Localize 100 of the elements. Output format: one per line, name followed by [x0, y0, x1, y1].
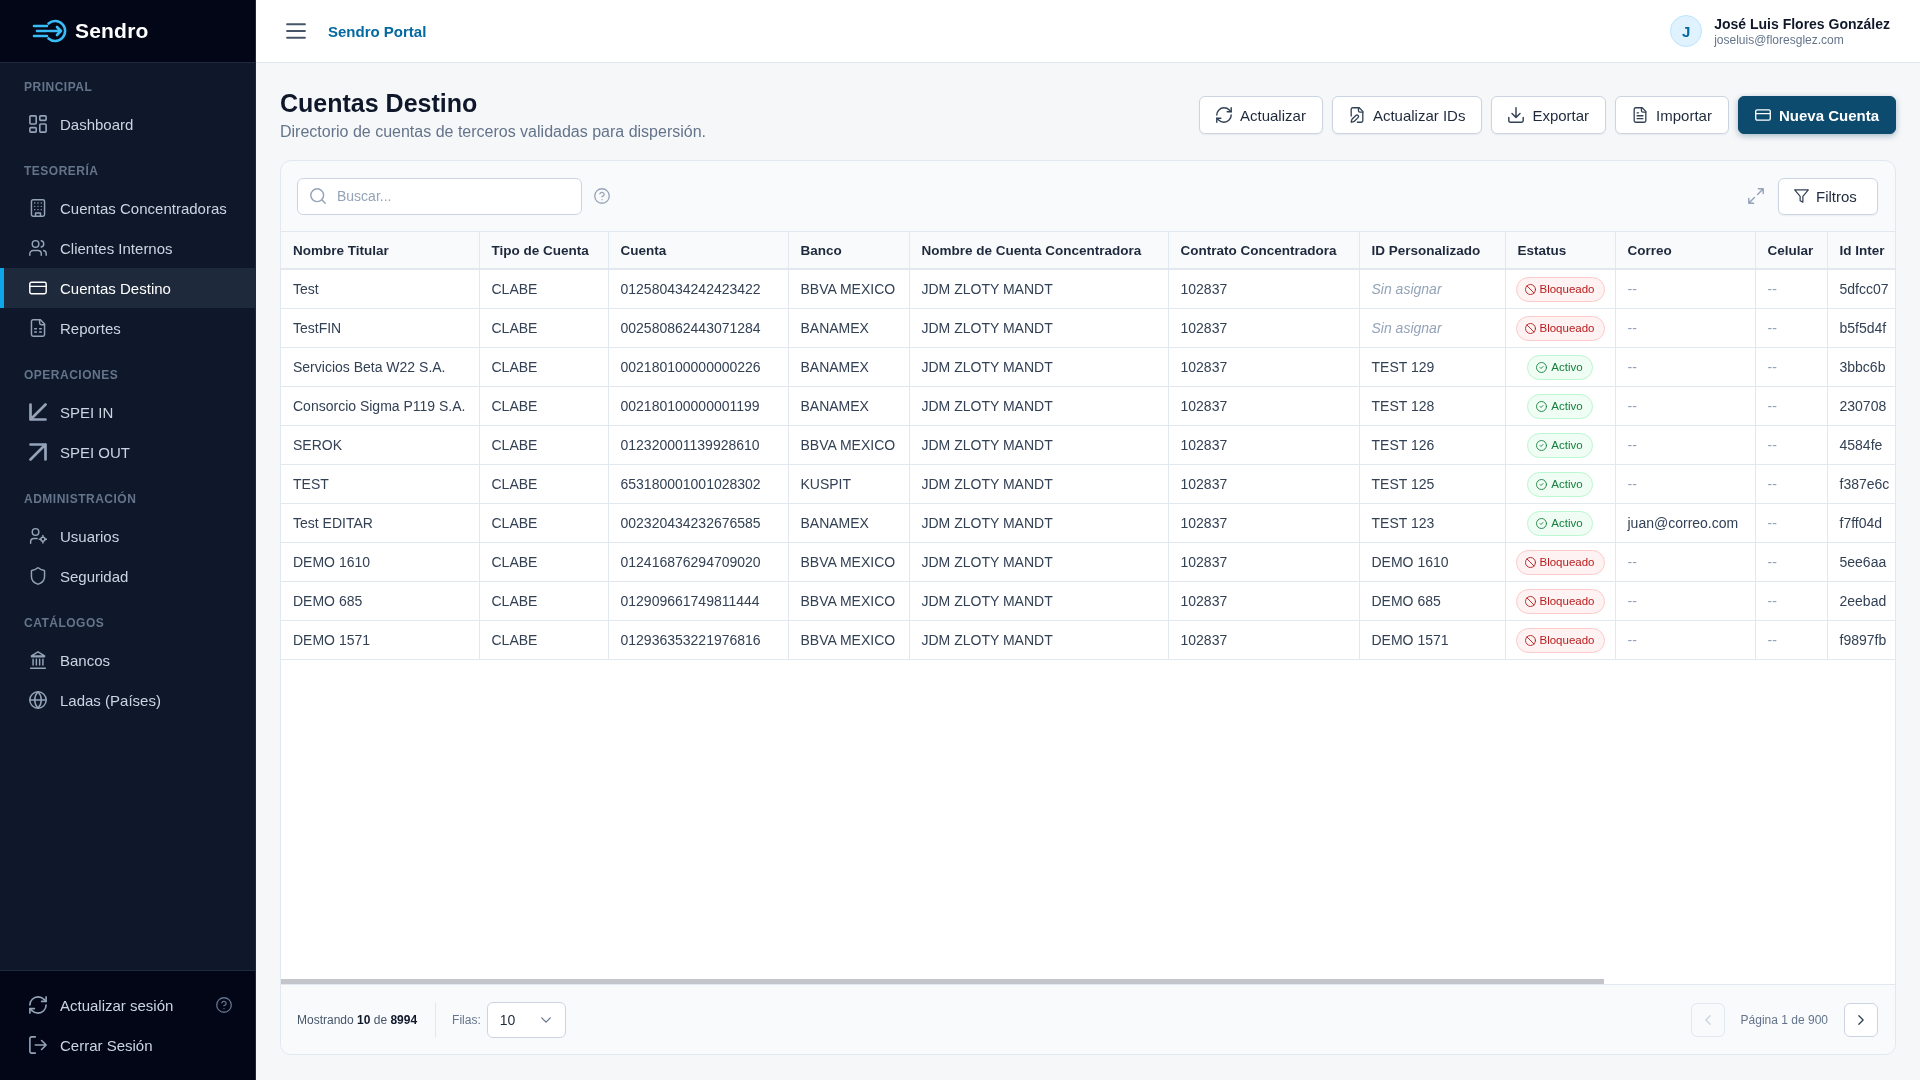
update-ids-button[interactable]: Actualizar IDs [1331, 96, 1483, 134]
logout-button[interactable]: Cerrar Sesión [0, 1025, 255, 1065]
logout-icon [29, 1036, 47, 1054]
status-badge: Bloqueado [1515, 627, 1605, 653]
nav-item[interactable]: Cuentas Destino [0, 268, 255, 308]
table-cell: CLABE [479, 581, 608, 621]
spreadsheet-icon [29, 319, 47, 337]
table-cell: 102837 [1168, 542, 1359, 582]
nav-section-label: CATÁLOGOS [24, 615, 105, 631]
nav-section-label: ADMINISTRACIÓN [24, 491, 137, 507]
ban-icon [1524, 283, 1536, 295]
table-cell: -- [1615, 308, 1755, 348]
nav-item[interactable]: SPEI OUT [0, 432, 255, 472]
table-cell: -- [1615, 542, 1755, 582]
table-cell: TEST 129 [1359, 347, 1505, 387]
table-cell: 012320001139928610 [608, 425, 788, 465]
expand-icon[interactable] [1748, 188, 1764, 204]
horizontal-scrollbar[interactable] [281, 979, 1605, 984]
table-cell: -- [1755, 581, 1827, 621]
table-cell: TEST 125 [1359, 464, 1505, 504]
filter-button[interactable]: Filtros [1778, 177, 1878, 215]
user-avatar[interactable]: J [1670, 15, 1703, 47]
table-cell: -- [1755, 464, 1827, 504]
table-cell: 102837 [1168, 308, 1359, 348]
nav-item[interactable]: Cuentas Concentradoras [0, 188, 255, 228]
nav-item[interactable]: Ladas (Países) [0, 680, 255, 720]
column-header: ID Personalizado [1359, 232, 1505, 269]
table-cell: 102837 [1168, 464, 1359, 504]
bank-icon [29, 651, 47, 669]
import-button[interactable]: Importar [1615, 96, 1729, 134]
chevron-left-icon [1704, 1014, 1711, 1025]
next-page-button[interactable] [1844, 1002, 1878, 1037]
nav-section-label: TESORERÍA [24, 163, 99, 179]
table-cell: BANAMEX [788, 503, 909, 543]
table-cell: BANAMEX [788, 347, 909, 387]
search-field[interactable]: Buscar... [297, 177, 582, 215]
table-cell: CLABE [479, 503, 608, 543]
table-cell: 102837 [1168, 269, 1359, 309]
table-cell: Servicios Beta W22 S.A. [281, 347, 479, 387]
new-account-button[interactable]: Nueva Cuenta [1737, 96, 1896, 134]
grid-icon [29, 115, 47, 133]
table-cell: TEST 123 [1359, 503, 1505, 543]
table-cell: JDM ZLOTY MANDT [909, 425, 1168, 465]
export-button[interactable]: Exportar [1491, 96, 1607, 134]
column-header: Tipo de Cuenta [479, 232, 608, 269]
nav-item[interactable]: Bancos [0, 640, 255, 680]
table-cell: DEMO 685 [281, 581, 479, 621]
rows-select[interactable]: 10 [486, 1001, 566, 1038]
refresh-icon [1216, 107, 1232, 123]
nav-item[interactable]: Clientes Internos [0, 228, 255, 268]
nav-item[interactable]: Usuarios [0, 516, 255, 556]
nav-section-label: PRINCIPAL [24, 79, 93, 95]
credit-card-icon [1754, 107, 1771, 123]
ban-icon [1524, 322, 1536, 334]
help-icon[interactable] [594, 188, 610, 204]
ban-icon [1524, 634, 1536, 646]
refresh-session-button[interactable]: Actualizar sesión [0, 985, 216, 1025]
check-circle-icon [1536, 517, 1548, 529]
table-cell: -- [1615, 581, 1755, 621]
nav-item[interactable]: Dashboard [0, 104, 255, 144]
table-cell: 3bbc6b [1827, 347, 1895, 387]
table-cell: CLABE [479, 620, 608, 660]
table-cell: DEMO 1571 [281, 620, 479, 660]
table-cell: 2eebad [1827, 581, 1895, 621]
page-subtitle: Directorio de cuentas de terceros validadas para dispersión. [280, 122, 706, 142]
column-header: Estatus [1505, 232, 1615, 269]
table-cell: 102837 [1168, 620, 1359, 660]
chevron-down-icon [540, 1016, 551, 1023]
table-cell: Sin asignar [1359, 269, 1505, 309]
table-cell: -- [1755, 503, 1827, 543]
table-cell: CLABE [479, 464, 608, 504]
table-cell: JDM ZLOTY MANDT [909, 308, 1168, 348]
nav-section-label: OPERACIONES [24, 367, 119, 383]
table-cell: DEMO 1610 [1359, 542, 1505, 582]
nav-item[interactable]: SPEI IN [0, 392, 255, 432]
column-header: Celular [1755, 232, 1827, 269]
check-circle-icon [1536, 478, 1548, 490]
menu-icon[interactable] [286, 23, 306, 39]
table-cell: CLABE [479, 425, 608, 465]
table-cell: BANAMEX [788, 308, 909, 348]
table-cell: 102837 [1168, 503, 1359, 543]
table-cell: 002320434232676585 [608, 503, 788, 543]
table-cell: 102837 [1168, 386, 1359, 426]
check-circle-icon [1536, 400, 1548, 412]
nav-item[interactable]: Reportes [0, 308, 255, 348]
table-cell: 5ee6aa [1827, 542, 1895, 582]
nav-item[interactable]: Seguridad [0, 556, 255, 596]
table-cell: 002580862443071284 [608, 308, 788, 348]
status-badge: Activo [1527, 354, 1593, 380]
help-icon[interactable] [216, 997, 232, 1013]
table-cell: -- [1615, 347, 1755, 387]
table-cell: JDM ZLOTY MANDT [909, 386, 1168, 426]
column-header: Nombre de Cuenta Concentradora [909, 232, 1168, 269]
table-cell: Sin asignar [1359, 308, 1505, 348]
refresh-button[interactable]: Actualizar [1199, 96, 1323, 134]
credit-card-icon [29, 279, 47, 297]
column-header: Id Inter [1827, 232, 1895, 269]
results-summary: Mostrando 10 de 8994 [297, 1012, 418, 1027]
column-header: Banco [788, 232, 909, 269]
column-header: Correo [1615, 232, 1755, 269]
